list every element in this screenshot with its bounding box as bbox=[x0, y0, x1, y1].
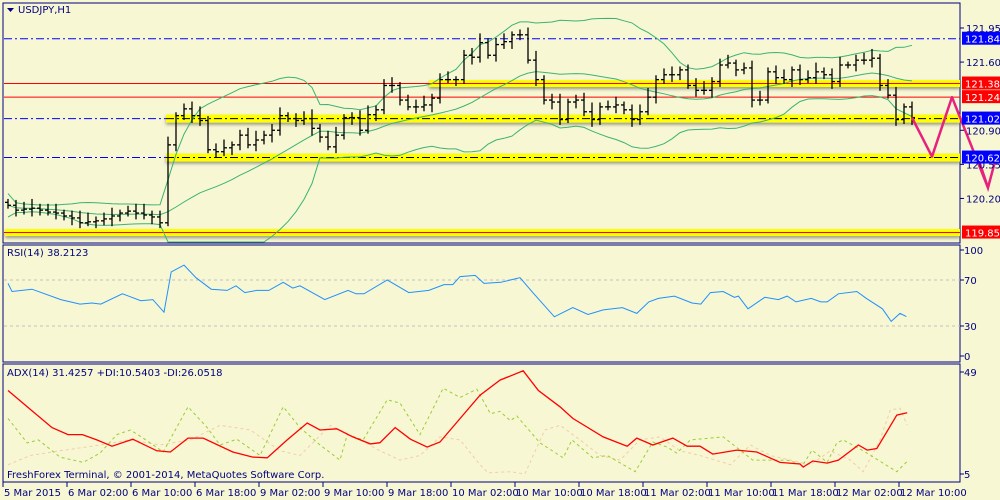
price-tag-label: 121.84 bbox=[965, 35, 1000, 46]
price-tag-label: 119.85 bbox=[965, 229, 1000, 240]
rsi-title: RSI(14) 38.2123 bbox=[7, 248, 88, 259]
time-tick-label: 10 Mar 18:00 bbox=[580, 488, 647, 499]
time-tick-label: 9 Mar 10:00 bbox=[324, 488, 384, 499]
time-tick-label: 6 Mar 10:00 bbox=[132, 488, 192, 499]
time-tick-label: 5 Mar 2015 bbox=[4, 488, 61, 499]
price-tick-label: 120.90 bbox=[966, 126, 1000, 137]
time-tick-label: 10 Mar 10:00 bbox=[516, 488, 583, 499]
rsi-tick-label: 100 bbox=[964, 246, 983, 257]
trading-chart[interactable]: 121.95121.60120.90120.55120.20121.84121.… bbox=[0, 0, 1000, 500]
rsi-tick-label: 0 bbox=[964, 352, 970, 363]
time-tick-label: 6 Mar 18:00 bbox=[196, 488, 256, 499]
price-tick-label: 121.60 bbox=[966, 58, 1000, 69]
time-tick-label: 12 Mar 02:00 bbox=[836, 488, 903, 499]
time-tick-label: 11 Mar 02:00 bbox=[644, 488, 711, 499]
time-tick-label: 12 Mar 10:00 bbox=[900, 488, 967, 499]
adx-title: ADX(14) 31.4257 +DI:10.5403 -DI:26.0518 bbox=[7, 368, 223, 379]
time-tick-label: 10 Mar 02:00 bbox=[452, 488, 519, 499]
price-tag-label: 120.62 bbox=[965, 154, 1000, 165]
adx-tick-label: 5 bbox=[964, 470, 970, 481]
price-tick-label: 120.20 bbox=[966, 194, 1000, 205]
rsi-tick-label: 30 bbox=[964, 322, 977, 333]
price-tag-label: 121.02 bbox=[965, 115, 1000, 126]
time-tick-label: 6 Mar 02:00 bbox=[68, 488, 128, 499]
price-tag-label: 121.24 bbox=[965, 93, 1000, 104]
rsi-tick-label: 70 bbox=[964, 276, 977, 287]
chart-background bbox=[0, 0, 1000, 500]
time-tick-label: 11 Mar 10:00 bbox=[708, 488, 775, 499]
time-tick-label: 9 Mar 02:00 bbox=[260, 488, 320, 499]
symbol-title: USDJPY,H1 bbox=[18, 5, 71, 16]
time-tick-label: 9 Mar 18:00 bbox=[388, 488, 448, 499]
copyright-text: FreshForex Terminal, © 2001-2014, MetaQu… bbox=[7, 470, 324, 481]
price-tag-label: 121.38 bbox=[965, 80, 1000, 91]
adx-tick-label: 49 bbox=[964, 368, 977, 379]
time-tick-label: 11 Mar 18:00 bbox=[772, 488, 839, 499]
